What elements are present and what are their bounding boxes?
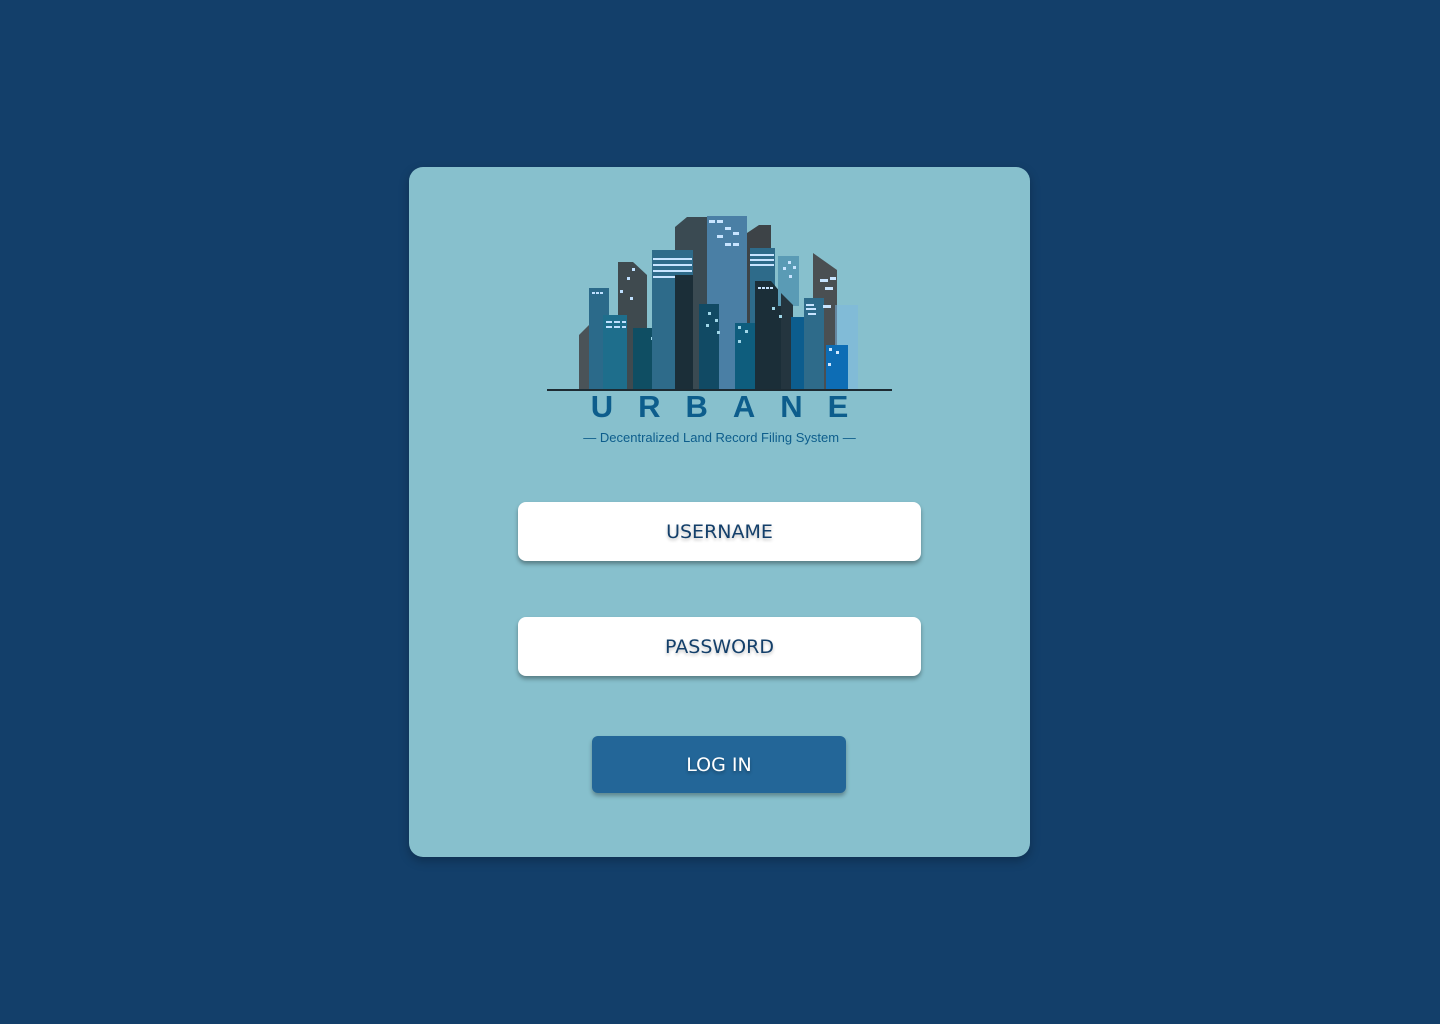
login-card: URBANE — Decentralized Land Record Filin… bbox=[409, 167, 1030, 857]
brand-tagline: — Decentralized Land Record Filing Syste… bbox=[583, 430, 856, 445]
password-input[interactable] bbox=[518, 617, 921, 676]
username-input[interactable] bbox=[518, 502, 921, 561]
brand-name: URBANE bbox=[590, 389, 874, 424]
login-button[interactable]: LOG IN bbox=[592, 736, 846, 793]
city-skyline-logo-icon bbox=[547, 215, 892, 400]
